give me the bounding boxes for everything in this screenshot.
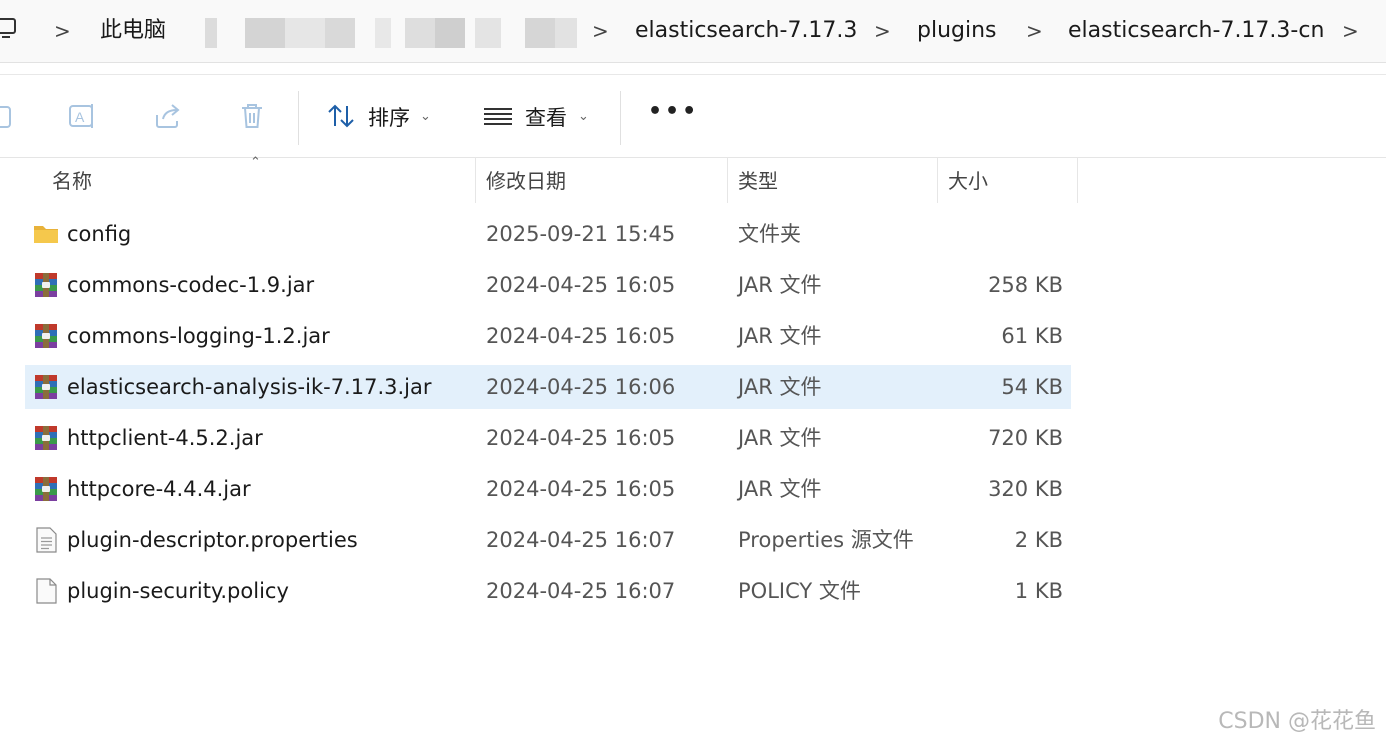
column-header-row: ⌃ 名称 修改日期 类型 大小: [0, 155, 1386, 203]
file-type: JAR 文件: [738, 477, 822, 501]
file-type: JAR 文件: [738, 375, 822, 399]
file-row[interactable]: commons-codec-1.9.jar 2024-04-25 16:05 J…: [25, 263, 1071, 307]
rename-icon[interactable]: A: [68, 101, 98, 131]
file-name: commons-codec-1.9.jar: [67, 273, 315, 297]
file-size: 258 KB: [988, 273, 1063, 297]
sort-ascending-icon: ⌃: [250, 155, 261, 170]
column-divider[interactable]: [475, 157, 476, 203]
file-size: 320 KB: [988, 477, 1063, 501]
delete-icon[interactable]: [237, 101, 267, 131]
breadcrumb-current-folder[interactable]: elasticsearch-7.17.3-cn: [1068, 14, 1324, 48]
redacted-path-segment: [205, 18, 585, 48]
sort-button[interactable]: 排序: [368, 103, 410, 133]
breadcrumb-separator[interactable]: >: [874, 14, 891, 48]
file-date: 2024-04-25 16:06: [486, 375, 676, 399]
file-name: plugin-descriptor.properties: [67, 528, 358, 552]
column-divider[interactable]: [1077, 157, 1078, 203]
file-type: POLICY 文件: [738, 579, 861, 603]
file-type: Properties 源文件: [738, 528, 914, 552]
file-name: elasticsearch-analysis-ik-7.17.3.jar: [67, 375, 432, 399]
jar-archive-icon: [35, 426, 57, 450]
more-options-button[interactable]: •••: [648, 99, 699, 124]
svg-text:A: A: [75, 109, 85, 125]
file-name: plugin-security.policy: [67, 579, 289, 603]
file-type: JAR 文件: [738, 273, 822, 297]
folder-icon: [34, 226, 58, 243]
file-size: 2 KB: [1014, 528, 1063, 552]
share-icon[interactable]: [153, 101, 183, 131]
toolbar-divider: [298, 91, 299, 145]
file-row[interactable]: httpclient-4.5.2.jar 2024-04-25 16:05 JA…: [25, 416, 1071, 460]
file-size: 1 KB: [1014, 579, 1063, 603]
file-name: httpclient-4.5.2.jar: [67, 426, 263, 450]
file-row[interactable]: config 2025-09-21 15:45 文件夹: [25, 212, 1071, 256]
file-row-selected[interactable]: elasticsearch-analysis-ik-7.17.3.jar 202…: [25, 365, 1071, 409]
file-type: 文件夹: [738, 222, 801, 246]
toolbar-divider: [620, 91, 621, 145]
column-header-date[interactable]: 修改日期: [486, 167, 566, 195]
text-file-icon: [36, 527, 57, 553]
breadcrumb-plugins[interactable]: plugins: [917, 14, 997, 48]
file-row[interactable]: commons-logging-1.2.jar 2024-04-25 16:05…: [25, 314, 1071, 358]
column-divider[interactable]: [727, 157, 728, 203]
view-icon[interactable]: [482, 101, 512, 131]
breadcrumb-elasticsearch[interactable]: elasticsearch-7.17.3: [635, 14, 857, 48]
file-size: 54 KB: [1001, 375, 1063, 399]
sort-icon[interactable]: [326, 101, 356, 131]
file-name: config: [67, 222, 132, 246]
column-header-size[interactable]: 大小: [948, 167, 988, 195]
file-row[interactable]: plugin-descriptor.properties 2024-04-25 …: [25, 518, 1071, 562]
file-date: 2024-04-25 16:05: [486, 426, 676, 450]
breadcrumb-separator[interactable]: >: [592, 14, 609, 48]
file-name: commons-logging-1.2.jar: [67, 324, 330, 348]
chevron-down-icon[interactable]: ⌄: [420, 109, 431, 124]
file-date: 2024-04-25 16:07: [486, 579, 676, 603]
chevron-down-icon[interactable]: ⌄: [578, 109, 589, 124]
jar-archive-icon: [35, 375, 57, 399]
file-row[interactable]: httpcore-4.4.4.jar 2024-04-25 16:05 JAR …: [25, 467, 1071, 511]
column-header-name[interactable]: 名称: [52, 167, 92, 195]
file-date: 2024-04-25 16:05: [486, 324, 676, 348]
breadcrumb-separator[interactable]: >: [1342, 14, 1359, 48]
command-bar: A 排序 ⌄ 查看 ⌄ •••: [0, 74, 1386, 158]
file-size: 61 KB: [1001, 324, 1063, 348]
file-name: httpcore-4.4.4.jar: [67, 477, 251, 501]
jar-archive-icon: [35, 477, 57, 501]
file-type: JAR 文件: [738, 426, 822, 450]
column-header-type[interactable]: 类型: [738, 167, 778, 195]
blank-file-icon: [36, 578, 57, 604]
watermark: CSDN @花花鱼: [1218, 709, 1376, 734]
breadcrumb-this-pc[interactable]: 此电脑: [100, 14, 166, 48]
file-date: 2024-04-25 16:05: [486, 273, 676, 297]
copy-icon[interactable]: [0, 101, 20, 131]
this-pc-icon: [0, 18, 16, 38]
file-date: 2024-04-25 16:05: [486, 477, 676, 501]
file-size: 720 KB: [988, 426, 1063, 450]
jar-archive-icon: [35, 273, 57, 297]
breadcrumb-separator[interactable]: >: [1026, 14, 1043, 48]
column-divider[interactable]: [937, 157, 938, 203]
file-date: 2024-04-25 16:07: [486, 528, 676, 552]
jar-archive-icon: [35, 324, 57, 348]
file-type: JAR 文件: [738, 324, 822, 348]
address-bar[interactable]: > 此电脑 > elasticsearch-7.17.3 > plugins >…: [0, 0, 1386, 63]
file-row[interactable]: plugin-security.policy 2024-04-25 16:07 …: [25, 569, 1071, 613]
breadcrumb-separator[interactable]: >: [54, 14, 71, 48]
file-date: 2025-09-21 15:45: [486, 222, 676, 246]
view-button[interactable]: 查看: [525, 103, 567, 133]
